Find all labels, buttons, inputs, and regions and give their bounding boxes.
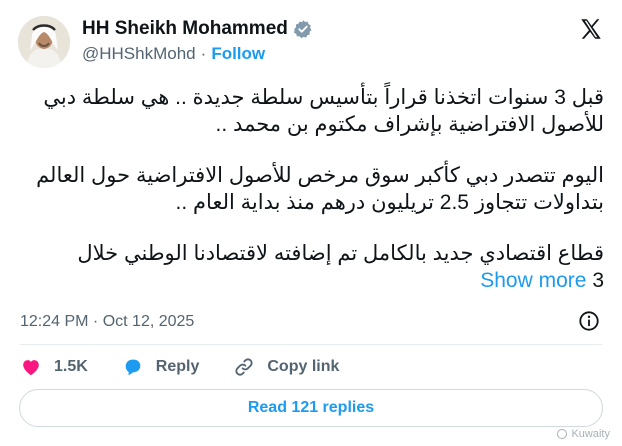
reply-button[interactable]: Reply (122, 356, 200, 378)
copy-link-label: Copy link (267, 358, 340, 375)
show-more-link[interactable]: Show more (480, 269, 586, 292)
tweet-line: بتداولات تتجاوز 2.5 تريليون درهم منذ بدا… (175, 191, 604, 214)
watermark: Kuwaity (557, 428, 610, 440)
timestamp[interactable]: 12:24 PM · Oct 12, 2025 (20, 313, 194, 331)
read-replies-button[interactable]: Read 121 replies (19, 389, 603, 427)
handle[interactable]: @HHShkMohd (82, 44, 196, 64)
tweet-line: قبل 3 سنوات اتخذنا قراراً بتأسيس سلطة جد… (43, 86, 604, 109)
watermark-logo-icon (557, 429, 568, 439)
action-bar: 1.5K Reply Copy link (20, 356, 373, 378)
follow-button[interactable]: Follow (211, 44, 265, 64)
name-row: HH Sheikh Mohammed (82, 18, 313, 40)
like-count: 1.5K (54, 358, 88, 375)
reply-bubble-icon (125, 359, 141, 376)
handle-row: @HHShkMohd · Follow (82, 44, 265, 64)
avatar-image (18, 16, 70, 68)
like-button[interactable]: 1.5K (20, 356, 88, 378)
watermark-text: Kuwaity (571, 428, 610, 440)
avatar[interactable] (18, 16, 70, 68)
display-name[interactable]: HH Sheikh Mohammed (82, 18, 288, 40)
info-icon[interactable] (578, 310, 600, 332)
tweet-line: قطاع اقتصادي جديد بالكامل تم إضافته لاقت… (77, 242, 604, 265)
reply-label: Reply (155, 358, 200, 375)
divider (20, 344, 602, 345)
verified-badge-icon (293, 19, 313, 39)
heart-icon (23, 360, 39, 376)
x-logo-icon[interactable] (578, 16, 604, 42)
tweet-text: قبل 3 سنوات اتخذنا قراراً بتأسيس سلطة جد… (20, 84, 604, 294)
copy-link-button[interactable]: Copy link (233, 356, 339, 378)
tweet-line: للأصول الافتراضية بإشراف مكتوم بن محمد .… (215, 113, 604, 136)
tweet-card: HH Sheikh Mohammed @HHShkMohd · Follow ق… (0, 0, 622, 446)
tweet-last-line: 3 Show more (20, 267, 604, 294)
tweet-line-number: 3 (592, 269, 604, 292)
tweet-line: اليوم تتصدر دبي كأكبر سوق مرخص للأصول ال… (36, 164, 604, 187)
link-icon (235, 358, 253, 376)
separator-dot: · (200, 44, 207, 63)
read-replies-label: Read 121 replies (247, 399, 375, 416)
